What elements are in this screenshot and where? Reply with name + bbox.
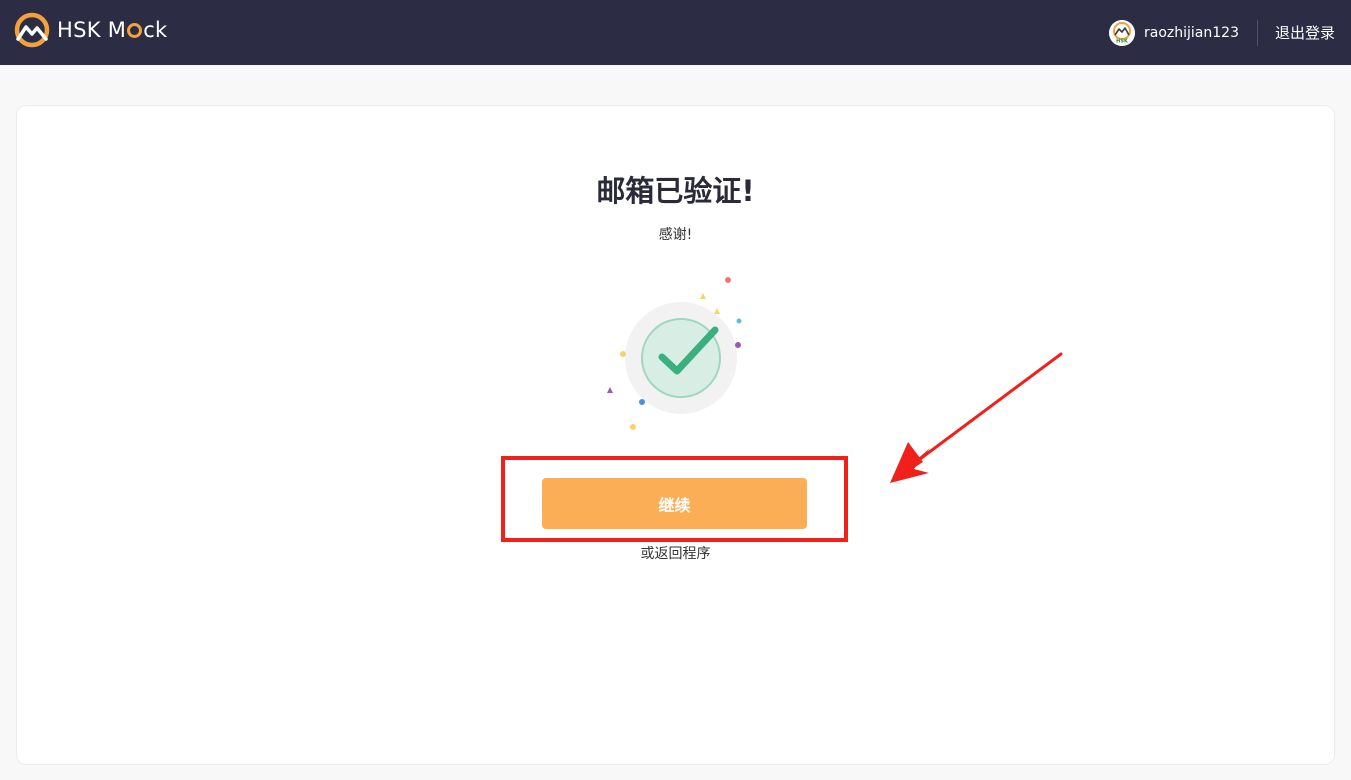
back-to-program-link[interactable]: 或返回程序: [0, 543, 1351, 563]
success-illustration: [607, 277, 742, 430]
confetti-triangle: [700, 293, 706, 299]
user-area: HSK raozhijian123 退出登录: [1109, 0, 1351, 65]
brand-logo[interactable]: HSK Mck: [14, 12, 168, 48]
confetti-dot: [630, 424, 636, 430]
confetti-dot: [639, 399, 645, 405]
page-title: 邮箱已验证!: [596, 174, 755, 208]
confetti-dot: [736, 318, 742, 324]
continue-button[interactable]: 继续: [542, 478, 807, 529]
brand-o-ring: [127, 23, 143, 38]
header-divider: [1256, 19, 1258, 46]
logout-button[interactable]: 退出登录: [1275, 22, 1335, 43]
confetti-dot: [725, 277, 731, 283]
confetti-triangle: [714, 308, 720, 314]
confetti-dot: [735, 342, 741, 348]
avatar-badge-text: HSK: [1116, 38, 1129, 44]
mountain-logo-icon: [14, 12, 50, 48]
brand-name: HSK Mck: [57, 18, 168, 42]
page-subtitle: 感谢!: [658, 227, 693, 243]
avatar[interactable]: HSK: [1109, 19, 1136, 46]
confetti-dot: [620, 351, 626, 357]
top-navbar: HSK Mck HSK raozhijian123 退出登录: [0, 0, 1351, 65]
username: raozhijian123: [1144, 24, 1239, 41]
avatar-logo-icon: HSK: [1109, 19, 1136, 46]
confetti-triangle: [607, 387, 613, 393]
check-circle: [641, 318, 721, 398]
